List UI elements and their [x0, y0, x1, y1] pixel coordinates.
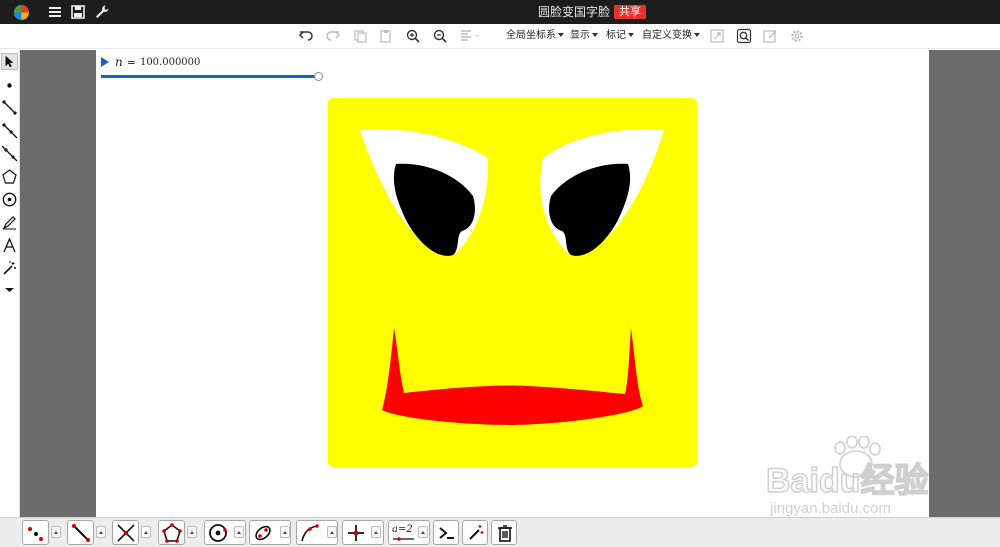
- save-icon[interactable]: [69, 3, 87, 21]
- polygon-tool-button[interactable]: [158, 520, 185, 545]
- bottom-toolbar: a=2: [0, 517, 1000, 547]
- coordinate-system-menu[interactable]: 全局坐标系: [506, 29, 564, 43]
- edit-icon[interactable]: [762, 28, 778, 44]
- transform-tool-expand[interactable]: [371, 526, 381, 538]
- polygon-icon: [162, 523, 182, 543]
- baidu-jingyan-watermark: Baidu经验 jingyan.baidu.com: [765, 436, 929, 516]
- circle-tool-expand[interactable]: [234, 526, 244, 538]
- settings-icon[interactable]: [789, 28, 805, 44]
- undo-icon[interactable]: [298, 28, 314, 44]
- points-icon: [28, 527, 43, 541]
- slider-variable: n: [115, 55, 123, 69]
- magic-wand-icon[interactable]: [1, 260, 18, 277]
- command-prompt-icon: [439, 527, 454, 539]
- circle-tool-icon[interactable]: [1, 191, 18, 208]
- trash-icon: [498, 525, 512, 542]
- ellipse-icon: [255, 525, 271, 541]
- intersection-tool-button[interactable]: [112, 520, 139, 545]
- coordinate-system-label: 全局坐标系: [506, 30, 556, 41]
- search-view-icon[interactable]: [736, 28, 752, 44]
- display-menu[interactable]: 显示: [570, 29, 598, 43]
- align-icon[interactable]: [459, 28, 483, 44]
- curve-tool-expand[interactable]: [327, 526, 337, 538]
- segment-tool-expand[interactable]: [96, 526, 106, 538]
- points-tool-button[interactable]: [22, 520, 49, 545]
- title-bar: 圆脸变国字脸 共享: [0, 0, 1000, 24]
- text-tool-icon[interactable]: [1, 237, 18, 254]
- measure-tool-expand[interactable]: [418, 526, 428, 538]
- left-gray-panel: [20, 50, 96, 517]
- left-tool-column: [0, 50, 20, 517]
- point-tool-icon[interactable]: [1, 77, 18, 94]
- polygon-tool-expand[interactable]: [187, 526, 197, 538]
- watermark-brand: Baidu经验: [766, 461, 928, 500]
- select-arrow-icon[interactable]: [1, 53, 18, 70]
- parameter-slider-handle[interactable]: [314, 72, 323, 81]
- display-label: 显示: [570, 30, 590, 41]
- polygon-tool-icon[interactable]: [1, 168, 18, 185]
- delete-tool-button[interactable]: [491, 520, 517, 545]
- magic-tool-button[interactable]: [462, 520, 488, 545]
- points-tool-expand[interactable]: [51, 526, 61, 538]
- curve-icon: [301, 524, 319, 542]
- slider-equals: =: [126, 55, 136, 69]
- line-tool-icon[interactable]: [1, 145, 18, 162]
- square-face-figure[interactable]: [328, 98, 698, 468]
- frame-icon[interactable]: [709, 28, 725, 44]
- slider-value: 100.000000: [139, 56, 201, 68]
- app-logo-icon[interactable]: [13, 4, 30, 21]
- intersection-icon: [117, 524, 135, 542]
- circle-icon: [209, 524, 227, 542]
- mark-menu[interactable]: 标记: [606, 29, 634, 43]
- menu-icon[interactable]: [46, 3, 64, 21]
- paste-icon[interactable]: [378, 28, 394, 44]
- ray-tool-icon[interactable]: [1, 122, 18, 139]
- segment-tool-icon[interactable]: [1, 99, 18, 116]
- parameter-slider-track[interactable]: [101, 75, 319, 78]
- mark-label: 标记: [606, 30, 626, 41]
- title-group: 圆脸变国字脸 共享: [538, 4, 647, 20]
- play-icon[interactable]: [101, 57, 109, 67]
- measure-icon: [393, 537, 414, 541]
- toolbar: 全局坐标系 显示 标记 自定义变换: [0, 24, 1000, 49]
- copy-icon[interactable]: [352, 28, 368, 44]
- custom-transform-menu[interactable]: 自定义变换: [642, 29, 700, 43]
- zoom-in-icon[interactable]: [405, 28, 421, 44]
- intersection-tool-expand[interactable]: [141, 526, 151, 538]
- more-tools-chevron-down-icon[interactable]: [1, 281, 18, 298]
- document-title: 圆脸变国字脸: [538, 5, 611, 19]
- segment-tool-button[interactable]: [67, 520, 94, 545]
- conic-tool-expand[interactable]: [280, 526, 290, 538]
- command-tool-button[interactable]: [433, 520, 459, 545]
- pen-tool-icon[interactable]: [1, 214, 18, 231]
- watermark-url: jingyan.baidu.com: [769, 500, 891, 516]
- wrench-icon[interactable]: [93, 3, 111, 21]
- segment-icon: [72, 524, 90, 542]
- redo-icon[interactable]: [325, 28, 341, 44]
- custom-transform-label: 自定义变换: [642, 30, 692, 41]
- transform-icon: [348, 525, 364, 541]
- zoom-out-icon[interactable]: [432, 28, 448, 44]
- parameter-slider-label: n = 100.000000: [101, 55, 200, 69]
- share-button[interactable]: 共享: [614, 5, 647, 19]
- magic-wand-icon: [469, 525, 484, 540]
